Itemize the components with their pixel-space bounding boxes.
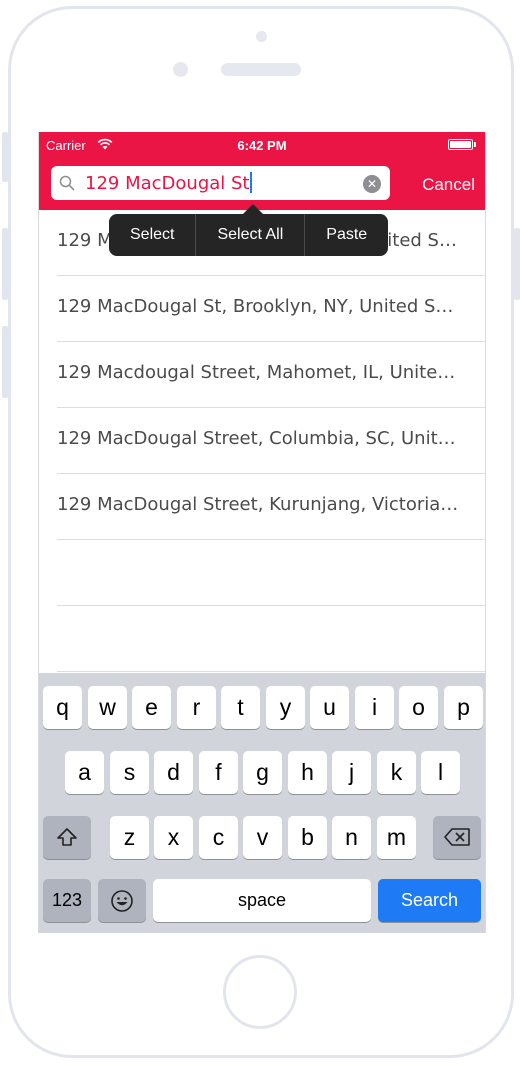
edit-menu-arrow <box>243 204 263 214</box>
emoji-key[interactable] <box>98 879 146 922</box>
key-w[interactable]: w <box>88 686 127 729</box>
proximity-sensor <box>173 62 188 77</box>
battery-tip <box>474 142 476 147</box>
earpiece-speaker <box>221 63 301 76</box>
key-q[interactable]: q <box>43 686 82 729</box>
power-button <box>514 228 520 300</box>
home-button[interactable] <box>223 955 297 1029</box>
keyboard: q w e r t y u i o p a s d f g h j k l z … <box>39 673 485 933</box>
key-o[interactable]: o <box>399 686 438 729</box>
key-p[interactable]: p <box>444 686 483 729</box>
key-j[interactable]: j <box>332 751 371 794</box>
list-item[interactable]: 129 MacDougal Street, Kurunjang, Victori… <box>57 474 485 540</box>
result-text: 129 MacDougal Street, Kurunjang, Victori… <box>57 494 460 515</box>
key-t[interactable]: t <box>221 686 260 729</box>
key-y[interactable]: y <box>266 686 305 729</box>
numbers-key[interactable]: 123 <box>43 879 91 922</box>
list-item[interactable]: 129 MacDougal Street, Columbia, SC, Unit… <box>57 408 485 474</box>
key-u[interactable]: u <box>310 686 349 729</box>
key-s[interactable]: s <box>110 751 149 794</box>
key-m[interactable]: m <box>377 816 416 859</box>
key-d[interactable]: d <box>154 751 193 794</box>
key-x[interactable]: x <box>154 816 193 859</box>
key-v[interactable]: v <box>243 816 282 859</box>
text-caret <box>250 172 253 193</box>
select-button[interactable]: Select <box>109 214 197 256</box>
key-k[interactable]: k <box>377 751 416 794</box>
list-item[interactable]: 129 Macdougal Street, Mahomet, IL, Unite… <box>57 342 485 408</box>
screen: Carrier 6:42 PM 129 MacDougal St ✕ Cance… <box>38 132 486 933</box>
result-text: 129 MacDougal St, Brooklyn, NY, United S… <box>57 296 460 317</box>
list-item[interactable]: 129 MacDougal St, Brooklyn, NY, United S… <box>57 276 485 342</box>
key-n[interactable]: n <box>332 816 371 859</box>
key-c[interactable]: c <box>199 816 238 859</box>
paste-button[interactable]: Paste <box>305 214 388 256</box>
status-time: 6:42 PM <box>237 138 287 153</box>
search-key[interactable]: Search <box>378 879 481 922</box>
volume-down-button <box>2 326 8 398</box>
key-l[interactable]: l <box>421 751 460 794</box>
shift-icon <box>57 828 77 846</box>
result-text: 129 MacDougal Street, Columbia, SC, Unit… <box>57 428 460 449</box>
empty-row <box>57 606 485 672</box>
emoji-icon <box>111 890 133 912</box>
key-h[interactable]: h <box>288 751 327 794</box>
key-b[interactable]: b <box>288 816 327 859</box>
status-bar: Carrier 6:42 PM <box>39 132 485 158</box>
key-f[interactable]: f <box>199 751 238 794</box>
select-all-button[interactable]: Select All <box>196 214 306 256</box>
front-camera <box>256 31 267 42</box>
key-g[interactable]: g <box>243 751 282 794</box>
search-icon <box>59 175 75 191</box>
key-i[interactable]: i <box>355 686 394 729</box>
edit-menu: Select Select All Paste <box>109 214 389 256</box>
key-z[interactable]: z <box>110 816 149 859</box>
battery-icon <box>448 139 473 150</box>
empty-row <box>57 540 485 606</box>
key-e[interactable]: e <box>132 686 171 729</box>
clear-x-icon[interactable]: ✕ <box>363 175 381 193</box>
key-a[interactable]: a <box>65 751 104 794</box>
key-r[interactable]: r <box>177 686 216 729</box>
volume-up-button <box>2 228 8 300</box>
result-text: 129 Macdougal Street, Mahomet, IL, Unite… <box>57 362 460 383</box>
backspace-key[interactable] <box>433 816 481 859</box>
search-input[interactable]: 129 MacDougal St <box>51 166 390 200</box>
search-header: Carrier 6:42 PM 129 MacDougal St ✕ Cance… <box>39 132 485 210</box>
backspace-icon <box>444 828 470 846</box>
space-key[interactable]: space <box>153 879 371 922</box>
shift-key[interactable] <box>43 816 91 859</box>
search-query: 129 MacDougal St <box>85 172 253 194</box>
cancel-button[interactable]: Cancel <box>422 175 475 195</box>
side-button <box>2 132 8 182</box>
